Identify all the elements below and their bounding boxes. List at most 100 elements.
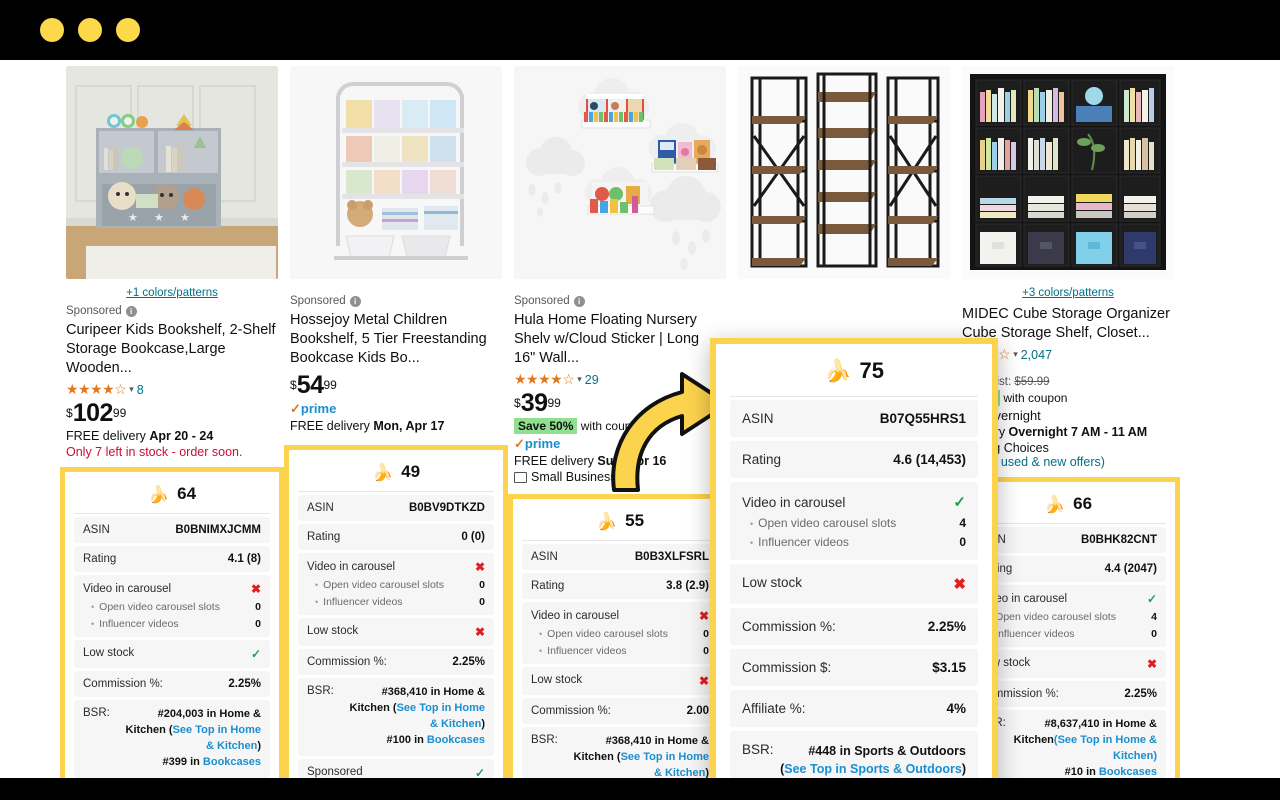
metric-subrow: Open video carousel slots 4 (979, 611, 1157, 623)
bsr-subcategory-link[interactable]: Bookcases (427, 734, 485, 746)
metric-label: ASIN (83, 524, 110, 537)
product-price-3: $ 39 99 (514, 391, 724, 416)
review-count-1[interactable]: 8 (137, 383, 144, 397)
chevron-down-icon-1[interactable]: ▾ (129, 384, 134, 395)
small-business-row-3[interactable]: Small Business ▾ (514, 470, 724, 484)
price-currency-3: $ (514, 396, 521, 411)
metric-label: BSR: (83, 707, 110, 720)
metric-row: Low stock ✖ (730, 564, 978, 604)
metric-subvalue: 4 (1151, 611, 1157, 624)
metric-value: 4.6 (14,453) (893, 452, 966, 467)
banana-icon: 🍌 (1043, 494, 1066, 514)
colors-patterns-link-1[interactable]: +1 colors/patterns (60, 287, 284, 299)
metric-value: 2.25% (452, 656, 485, 669)
review-count-3[interactable]: 29 (585, 373, 599, 387)
bsr-subcategory-link[interactable]: Bookcases (1099, 766, 1157, 778)
metal-children-bookshelf-image (290, 66, 502, 279)
product-card-2[interactable]: Sponsored i Hossejoy Metal Children Book… (284, 60, 508, 778)
metric-row-bsr: BSR:#8,637,410 in Home & Kitchen(See Top… (970, 710, 1166, 778)
price-currency-2: $ (290, 378, 297, 393)
review-count-5[interactable]: 2,047 (1021, 348, 1052, 362)
metric-value: 2.25% (927, 619, 966, 634)
metric-subrow: Influencer videos 0 (531, 645, 709, 657)
info-icon-3[interactable]: i (573, 295, 585, 307)
cross-icon: ✖ (474, 560, 485, 575)
metric-row: Low stock ✖ (522, 667, 718, 696)
banana-rows-1: ASIN B0BNIMXJCMM Rating 4.1 (8) Video in car… (74, 517, 270, 778)
metric-row: ASIN B0BV9DTKZD (298, 495, 494, 522)
product-image-5[interactable] (962, 66, 1174, 279)
chevron-down-icon-3[interactable]: ▾ (577, 374, 582, 385)
product-image-2[interactable] (290, 66, 502, 279)
metric-value: 4.1 (8) (227, 553, 261, 566)
metric-label: Low stock (742, 575, 803, 590)
metric-subrow: Influencer videos 0 (83, 618, 261, 630)
window-dot-2[interactable] (78, 18, 102, 42)
metric-label: Low stock (307, 625, 359, 638)
banana-score-2: 49 (401, 462, 421, 482)
price-fraction-3: 99 (547, 396, 561, 411)
banana-rows-2: ASIN B0BV9DTKZD Rating 0 (0) Video in carous… (298, 495, 494, 778)
list-price-5: List: $59.99 (990, 376, 1049, 388)
chevron-down-icon-5[interactable]: ▾ (1013, 349, 1018, 360)
bsr-category-link[interactable]: See Top in Home & Kitchen (397, 702, 485, 730)
metric-label: Video in carousel (307, 561, 396, 574)
coupon-badge-3: Save 50% (514, 418, 578, 435)
product-image-3[interactable] (514, 66, 726, 279)
metric-value: B07Q55HRS1 (879, 411, 966, 426)
cross-icon: ✖ (474, 625, 485, 640)
metric-label: Video in carousel (83, 583, 172, 596)
prime-label-2: prime (300, 401, 337, 417)
rating-row-3[interactable]: ★★★★☆ ▾ 29 (514, 371, 724, 388)
colors-patterns-link-5[interactable]: +3 colors/patterns (956, 287, 1180, 299)
product-title-3[interactable]: Hula Home Floating Nursery Shelv w/Cloud… (514, 311, 724, 368)
stock-note-1: Only 7 left in stock - order soon. (66, 445, 243, 460)
info-icon-2[interactable]: i (349, 295, 361, 307)
product-image-1[interactable]: ★ ★ ★ (66, 66, 278, 279)
banana-card-header-5: 🍌 66 (970, 490, 1166, 525)
product-card-3[interactable]: Sponsored i Hula Home Floating Nursery S… (508, 60, 732, 778)
bsr-subcategory-link[interactable]: Bookcases (203, 756, 261, 768)
product-title-1[interactable]: Curipeer Kids Bookshelf, 2-Shelf Storage… (66, 321, 276, 378)
coupon-text-5: with coupon (1003, 391, 1068, 406)
metric-row-video-in-carousel: Video in carousel ✖ Open video carousel sl… (298, 553, 494, 616)
banana-rows-5: ASINB0BHK82CNTRating4.4 (2047)Video in c… (970, 527, 1166, 778)
offers-text-5[interactable]: (12 used & new offers) (979, 455, 1105, 469)
metric-label: BSR: (307, 685, 334, 698)
info-icon-1[interactable]: i (125, 305, 137, 317)
banana-card-header-overlay: 🍌 75 (730, 356, 978, 397)
metric-row-bsr: BSR: #368,410 in Home & Kitchen (See Top … (298, 678, 494, 756)
metric-value: B0BV9DTKZD (408, 502, 485, 515)
metric-subvalue: 0 (1151, 628, 1157, 641)
product-title-2[interactable]: Hossejoy Metal Children Bookshelf, 5 Tie… (290, 311, 500, 368)
chevron-down-icon-smallbiz[interactable]: ▾ (620, 472, 625, 483)
banana-icon: 🍌 (147, 484, 170, 504)
bsr-category-link[interactable]: See Top in Sports & Outdoors (784, 762, 962, 776)
product-image-4[interactable] (738, 66, 950, 279)
prime-check-icon: ✓ (514, 436, 525, 452)
window-dot-1[interactable] (40, 18, 64, 42)
metric-value: 2.25% (1124, 688, 1157, 701)
svg-text:★: ★ (180, 212, 190, 224)
metric-label: Sponsored (307, 765, 363, 778)
bsr-category-link[interactable]: See Top in Home & Kitchen (173, 724, 261, 752)
metric-row: Commission %: 2.00 (522, 698, 718, 725)
metric-label: ASIN (742, 411, 774, 426)
screen: ★ ★ ★ +1 colors/patterns Sponsored i Cur… (0, 0, 1280, 800)
prime-label-3: prime (524, 436, 561, 452)
banana-overlay-card[interactable]: 🍌 75 ASIN B07Q55HRS1 Rating 4.6 (14,453) Vid… (710, 338, 998, 778)
rating-row-1[interactable]: ★★★★☆ ▾ 8 (66, 381, 276, 398)
metric-row: Low stock ✖ (970, 650, 1166, 679)
cross-icon: ✖ (698, 674, 709, 689)
metric-subvalue: 0 (255, 601, 261, 614)
product-card-1[interactable]: ★ ★ ★ +1 colors/patterns Sponsored i Cur… (60, 60, 284, 778)
window-dot-3[interactable] (116, 18, 140, 42)
bsr-category-link[interactable]: (See Top in Home & Kitchen) (1054, 734, 1157, 762)
list-price-value-5: $59.99 (1014, 376, 1050, 389)
metric-row: ASIN B0BNIMXJCMM (74, 517, 270, 544)
metric-label: Commission $: (742, 660, 832, 675)
bsr-category-link[interactable]: See Top in Home & Kitchen (621, 751, 709, 778)
metric-row-bsr: BSR: #204,003 in Home & Kitchen (See Top … (74, 700, 270, 778)
kids-bookshelf-image: ★ ★ ★ (66, 66, 278, 279)
metric-label: Video in carousel (742, 494, 846, 510)
